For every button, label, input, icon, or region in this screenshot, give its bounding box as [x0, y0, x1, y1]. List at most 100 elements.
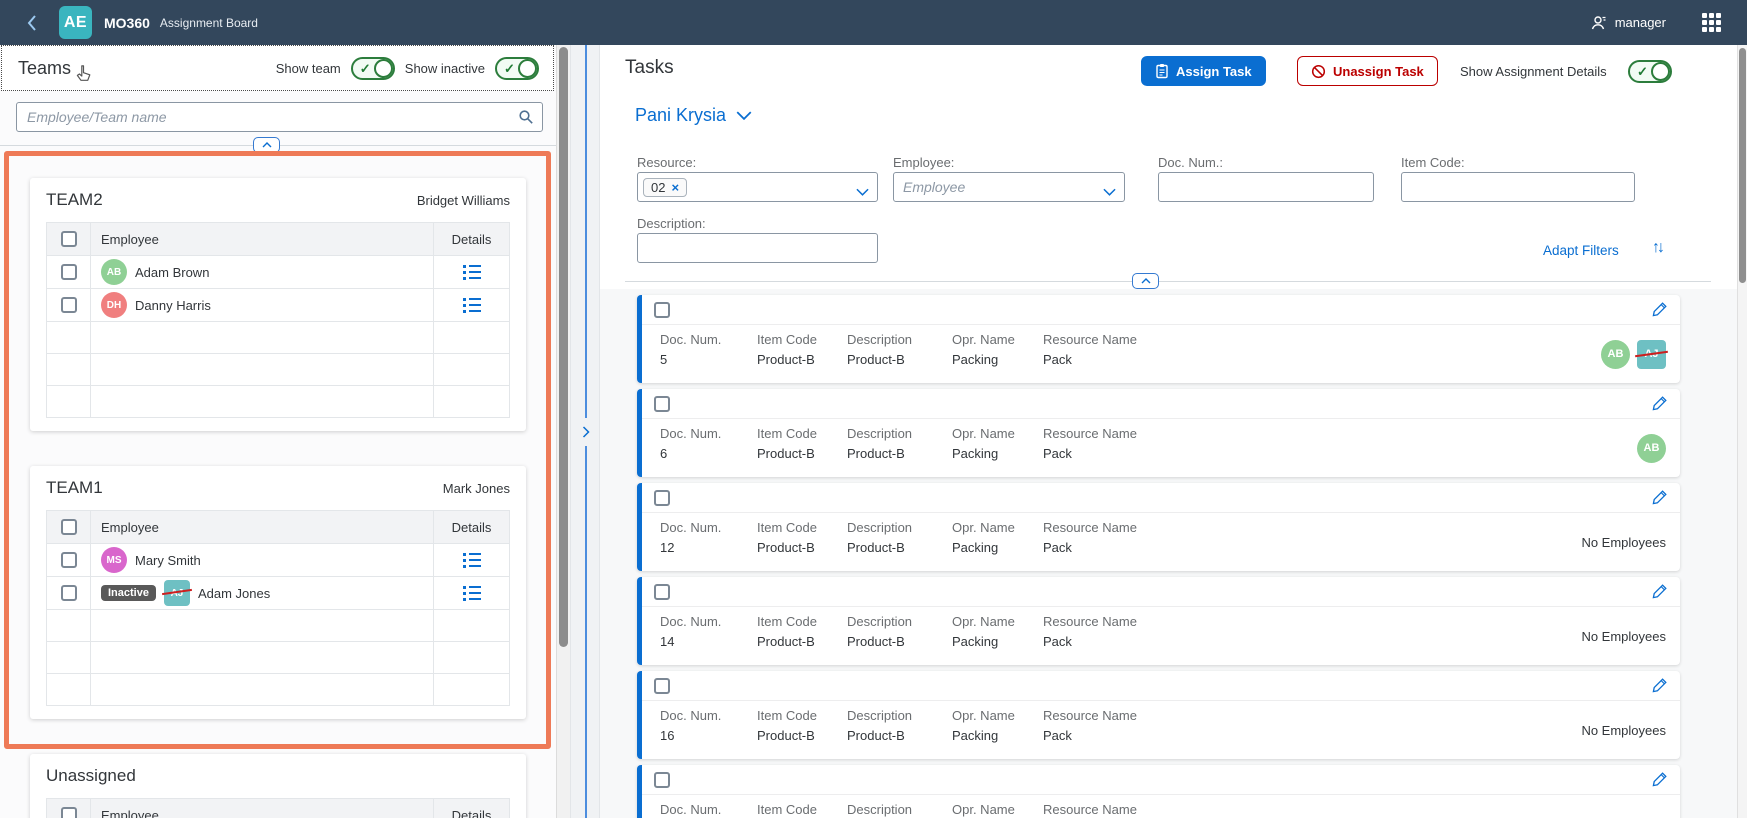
- description-value: Product-B: [847, 352, 952, 367]
- task-checkbox[interactable]: [654, 302, 670, 318]
- edit-task-icon[interactable]: [1652, 489, 1668, 508]
- task-card[interactable]: Doc. Num.5 Item CodeProduct-B Descriptio…: [637, 295, 1680, 383]
- member-name: Danny Harris: [135, 298, 211, 313]
- description-filter-input[interactable]: [637, 233, 878, 263]
- row-checkbox[interactable]: [61, 585, 77, 601]
- resource-name-value: Pack: [1043, 540, 1343, 555]
- opr-name-label: Opr. Name: [952, 426, 1043, 441]
- avatar: DH: [101, 292, 127, 318]
- table-row[interactable]: DH Danny Harris: [47, 289, 509, 322]
- select-all-checkbox[interactable]: [61, 519, 77, 535]
- table-row[interactable]: MS Mary Smith: [47, 544, 509, 577]
- employee-placeholder: Employee: [899, 179, 965, 195]
- scrollbar-thumb[interactable]: [559, 47, 568, 647]
- table-row[interactable]: Inactive AJ Adam Jones: [47, 577, 509, 610]
- resource-name-label: Resource Name: [1043, 520, 1343, 535]
- task-checkbox[interactable]: [654, 584, 670, 600]
- app-logo[interactable]: AE: [59, 6, 92, 39]
- doc-num-value: 16: [660, 728, 757, 743]
- sort-icon[interactable]: ↑↓: [1652, 239, 1662, 257]
- employee-filter-combo[interactable]: Employee: [893, 172, 1125, 202]
- row-checkbox[interactable]: [61, 297, 77, 313]
- resource-name-label: Resource Name: [1043, 614, 1343, 629]
- employee-team-search-input[interactable]: [16, 102, 543, 132]
- opr-name-label: Opr. Name: [952, 332, 1043, 347]
- collapse-teams-header-button[interactable]: [253, 137, 280, 153]
- description-label: Description: [847, 426, 952, 441]
- task-card[interactable]: Doc. Num.12 Item CodeProduct-B Descripti…: [637, 483, 1680, 571]
- show-assignment-details-toggle[interactable]: ✓: [1628, 60, 1672, 83]
- product-name: MO360: [104, 15, 150, 31]
- select-all-checkbox[interactable]: [61, 231, 77, 247]
- chevron-up-icon: [1141, 278, 1151, 284]
- edit-task-icon[interactable]: [1652, 583, 1668, 602]
- details-list-icon[interactable]: [463, 553, 481, 568]
- app-launcher-grid-icon[interactable]: [1702, 13, 1721, 32]
- row-checkbox[interactable]: [61, 264, 77, 280]
- task-card[interactable]: Doc. Num. Item Code Description Opr. Nam…: [637, 765, 1680, 818]
- row-checkbox[interactable]: [61, 552, 77, 568]
- teams-panel: Teams Show team ✓ Show inactive ✓ TE: [0, 45, 556, 818]
- search-icon[interactable]: [518, 109, 534, 128]
- task-checkbox[interactable]: [654, 678, 670, 694]
- edit-task-icon[interactable]: [1652, 301, 1668, 320]
- chevron-down-icon[interactable]: [856, 184, 869, 199]
- chevron-down-icon[interactable]: [1103, 184, 1116, 199]
- assignment-board-page: AE MO360 Assignment Board manager Teams: [0, 0, 1747, 818]
- description-value: Product-B: [847, 540, 952, 555]
- panel-splitter[interactable]: [570, 45, 600, 818]
- details-list-icon[interactable]: [463, 586, 481, 601]
- task-card[interactable]: Doc. Num.16 Item CodeProduct-B Descripti…: [637, 671, 1680, 759]
- assignee-avatar-inactive: AJ: [1637, 340, 1666, 369]
- item-code-value: Product-B: [757, 634, 847, 649]
- task-checkbox[interactable]: [654, 396, 670, 412]
- user-menu[interactable]: manager: [1590, 14, 1666, 32]
- item-code-value: Product-B: [757, 540, 847, 555]
- assign-task-button[interactable]: Assign Task: [1141, 56, 1266, 86]
- scrollbar-thumb[interactable]: [1739, 48, 1746, 283]
- remove-token-icon[interactable]: ×: [671, 180, 679, 195]
- show-team-toggle[interactable]: ✓: [351, 57, 395, 80]
- doc-num-filter-label: Doc. Num.:: [1158, 155, 1223, 170]
- opr-name-value: Packing: [952, 728, 1043, 743]
- tasks-scrollbar[interactable]: [1737, 45, 1747, 818]
- expand-panel-button[interactable]: [575, 418, 597, 446]
- back-button[interactable]: [26, 14, 37, 32]
- selected-employee-dropdown[interactable]: Pani Krysia: [635, 105, 752, 126]
- teams-scrollbar[interactable]: [556, 45, 570, 818]
- adapt-filters-link[interactable]: Adapt Filters: [1543, 243, 1619, 258]
- shellbar: AE MO360 Assignment Board manager: [0, 0, 1747, 45]
- task-checkbox[interactable]: [654, 772, 670, 788]
- avatar: MS: [101, 547, 127, 573]
- resource-filter-combo[interactable]: 02 ×: [637, 172, 878, 202]
- team-card-unassigned: Unassigned Employee Details: [30, 754, 526, 818]
- employee-column-header: Employee: [91, 511, 433, 543]
- member-name: Mary Smith: [135, 553, 201, 568]
- show-inactive-toggle[interactable]: ✓: [495, 57, 539, 80]
- opr-name-value: Packing: [952, 540, 1043, 555]
- task-card[interactable]: Doc. Num.6 Item CodeProduct-B Descriptio…: [637, 389, 1680, 477]
- back-chevron-icon: [26, 14, 37, 32]
- show-team-label: Show team: [276, 61, 341, 76]
- details-list-icon[interactable]: [463, 265, 481, 280]
- task-checkbox[interactable]: [654, 490, 670, 506]
- resource-name-label: Resource Name: [1043, 426, 1343, 441]
- resource-name-value: Pack: [1043, 446, 1343, 461]
- edit-task-icon[interactable]: [1652, 771, 1668, 790]
- doc-num-filter-input[interactable]: [1158, 172, 1374, 202]
- item-code-filter-input[interactable]: [1401, 172, 1635, 202]
- team-search: [16, 102, 543, 132]
- avatar-inactive: AJ: [164, 580, 190, 606]
- details-list-icon[interactable]: [463, 298, 481, 313]
- doc-num-label: Doc. Num.: [660, 802, 757, 817]
- unassign-task-button[interactable]: Unassign Task: [1297, 56, 1438, 86]
- edit-task-icon[interactable]: [1652, 677, 1668, 696]
- clipboard-icon: [1155, 63, 1169, 79]
- select-all-checkbox[interactable]: [61, 807, 77, 818]
- edit-task-icon[interactable]: [1652, 395, 1668, 414]
- description-label: Description: [847, 614, 952, 629]
- task-card[interactable]: Doc. Num.14 Item CodeProduct-B Descripti…: [637, 577, 1680, 665]
- avatar: AB: [101, 259, 127, 285]
- collapse-filter-bar-button[interactable]: [1132, 273, 1159, 289]
- table-row[interactable]: AB Adam Brown: [47, 256, 509, 289]
